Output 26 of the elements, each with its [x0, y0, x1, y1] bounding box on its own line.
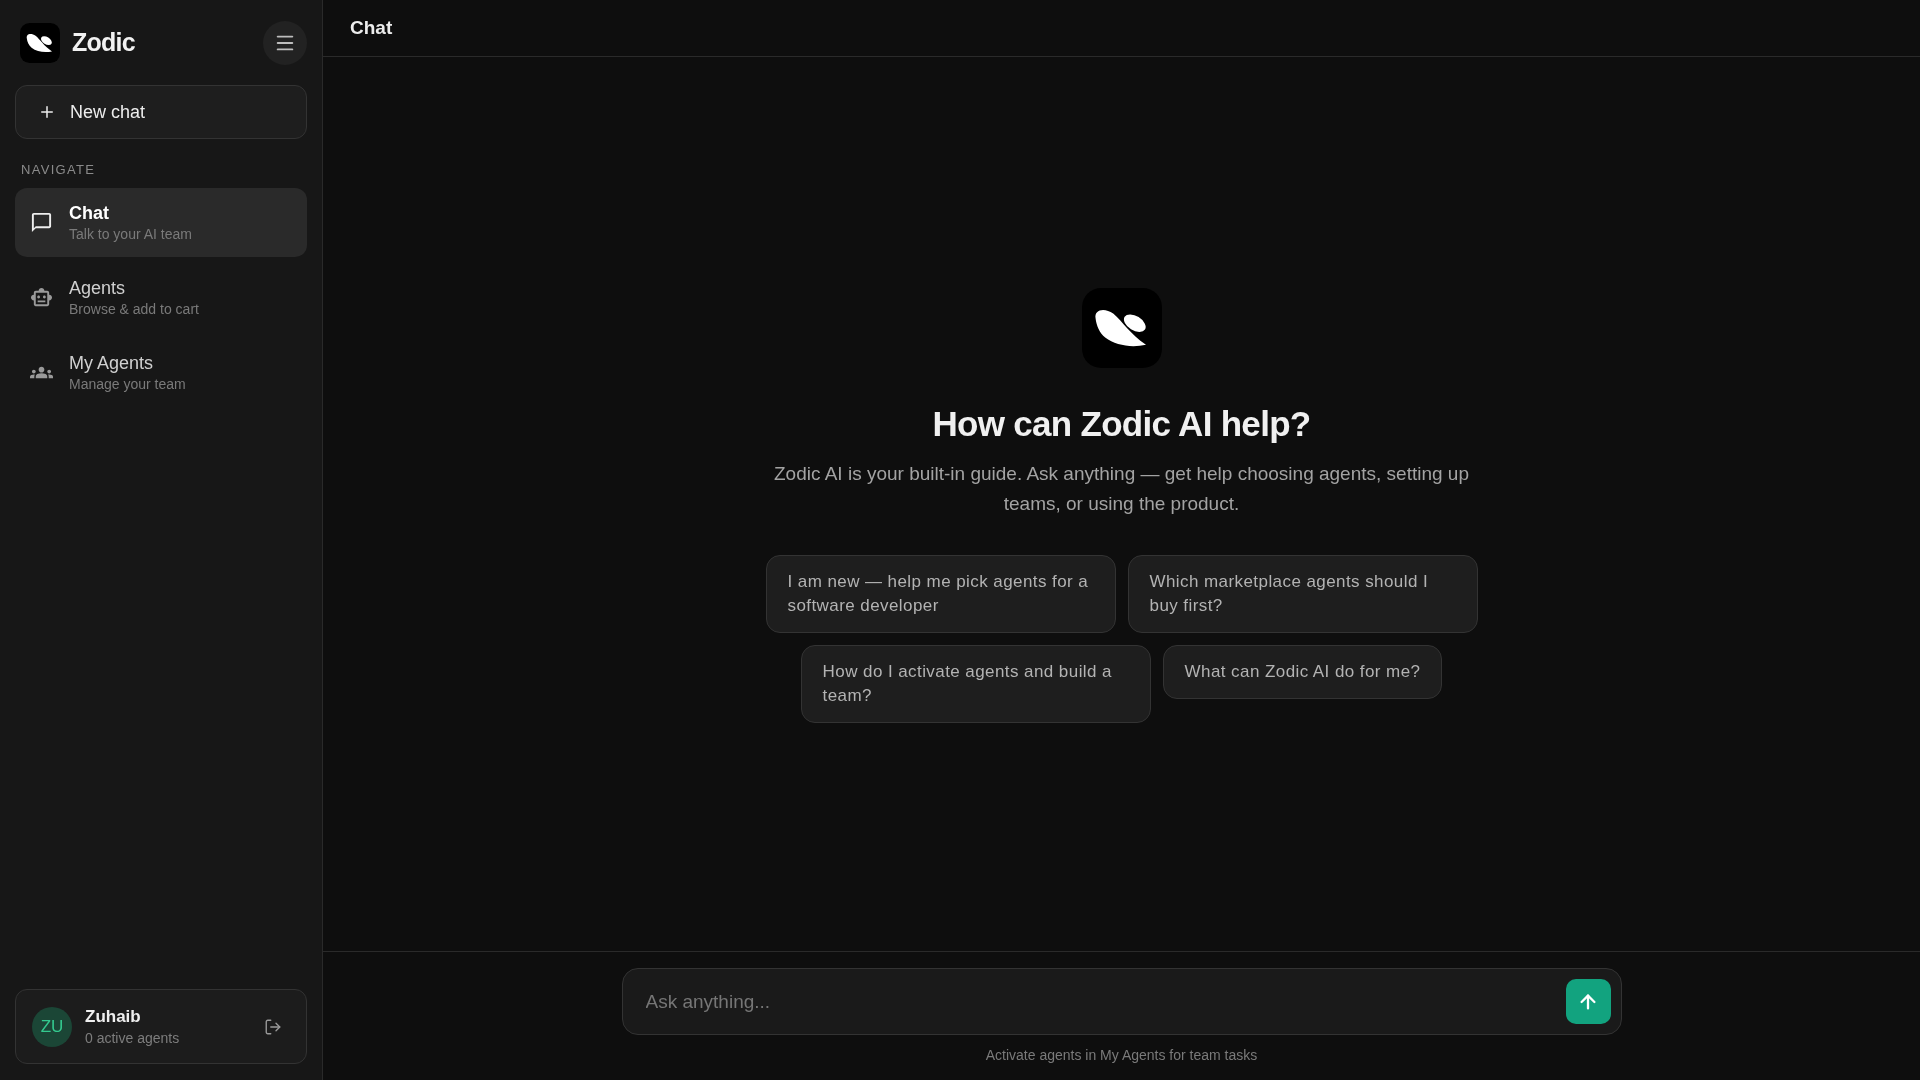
suggestion-chip[interactable]: What can Zodic AI do for me? — [1162, 644, 1443, 699]
message-input[interactable]: Ask anything... — [621, 968, 1622, 1035]
composer-hint: Activate agents in My Agents for team tasks — [985, 1046, 1258, 1065]
suggestion-chip[interactable]: Which marketplace agents should I buy first? — [1127, 554, 1478, 633]
user-status: 0 active agents — [85, 1029, 181, 1047]
logo-icon — [1081, 287, 1162, 368]
robot-icon — [30, 285, 53, 309]
suggestion-chip[interactable]: How do I activate agents and build a team? — [800, 644, 1151, 723]
page-title: Chat — [350, 15, 393, 40]
user-name: Zuhaib — [85, 1006, 142, 1027]
logout-icon[interactable] — [264, 1017, 282, 1036]
logo-icon — [20, 22, 60, 63]
welcome-heading: How can Zodic AI help? — [932, 402, 1311, 445]
nav-item[interactable]: Agents Browse & add to cart — [15, 262, 307, 332]
suggestion-chip[interactable]: I am new — help me pick agents for a software developer — [765, 554, 1116, 633]
nav-item[interactable]: Chat Talk to your AI team — [15, 187, 307, 257]
nav-item[interactable]: My Agents Manage your team — [15, 337, 307, 407]
brand-name: Zodic — [72, 26, 135, 58]
user-avatar: ZU — [32, 1006, 72, 1047]
menu-button[interactable] — [263, 20, 307, 65]
send-button[interactable] — [1565, 979, 1611, 1024]
section-label: NAVIGATE — [20, 161, 97, 179]
welcome-description: Zodic AI is your built-in guide. Ask anything — get help choosing agents, setting up teams, or using the product. — [773, 461, 1470, 516]
plus-icon — [38, 103, 56, 121]
new-chat-button[interactable]: New chat — [15, 85, 307, 139]
chat-bubble-icon — [30, 210, 53, 234]
